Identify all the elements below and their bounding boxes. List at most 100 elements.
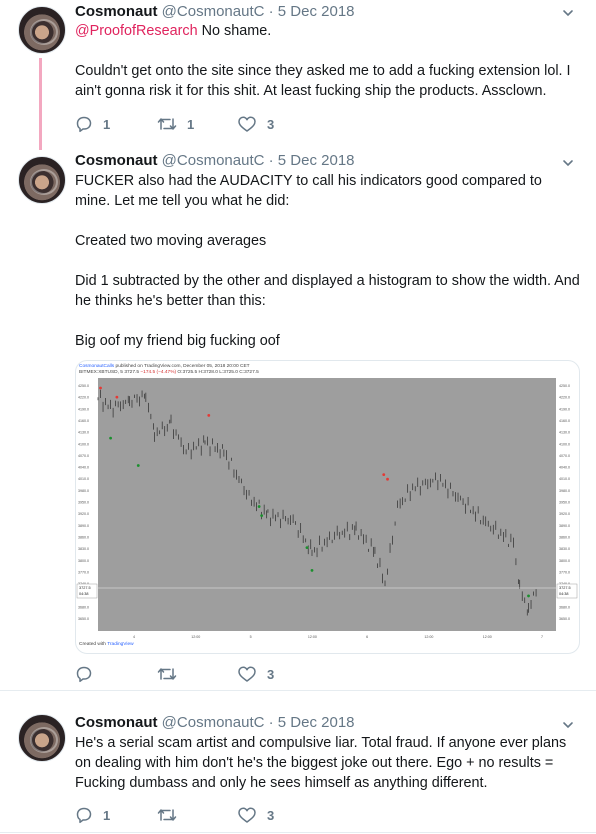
reply-icon	[76, 807, 92, 824]
retweet-icon	[157, 809, 177, 821]
tweet-date[interactable]: 5 Dec 2018	[278, 152, 355, 169]
price-tick-label-left: 4040.0	[78, 466, 89, 470]
price-tick-label-right: 3830.0	[559, 547, 570, 551]
created-with-label: Created with	[79, 642, 108, 647]
tweet-date[interactable]: 5 Dec 2018	[278, 714, 355, 731]
tweet-first-line: @ProofofResearch No shame.	[75, 21, 580, 41]
time-tick-label: 4	[133, 635, 135, 639]
avatar[interactable]	[18, 714, 66, 762]
separator-dot: ·	[268, 3, 274, 20]
buy-signal-marker	[136, 464, 140, 467]
price-tick-label-left: 3890.0	[78, 524, 89, 528]
reply-count: 1	[103, 807, 111, 823]
tweet-1: Cosmonaut @CosmonautC · 5 Dec 2018 @Proo…	[0, 0, 596, 150]
display-name[interactable]: Cosmonaut	[75, 714, 158, 731]
like-count: 3	[267, 116, 275, 132]
tweet-divider	[0, 690, 596, 691]
heart-icon	[238, 666, 256, 682]
like-count: 3	[267, 666, 275, 682]
reply-button[interactable]: 1	[75, 805, 110, 825]
countdown-label: 04:38	[559, 592, 569, 596]
chevron-down-icon[interactable]	[562, 157, 574, 169]
like-button[interactable]: 3	[237, 664, 274, 684]
tweet-paragraph: Couldn't get onto the site since they as…	[75, 63, 571, 99]
time-tick-label: 12:00	[308, 635, 317, 639]
user-handle[interactable]: @CosmonautC	[162, 714, 265, 731]
sell-signal-marker	[99, 386, 102, 390]
retweet-button[interactable]	[157, 805, 187, 825]
sell-signal-marker	[382, 473, 386, 477]
price-tick-label-left: 4070.0	[78, 454, 89, 458]
price-tick-label-left: 3830.0	[78, 547, 89, 551]
price-tick-label-right: 3890.0	[559, 524, 570, 528]
price-tick-label-right: 3920.0	[559, 512, 570, 516]
price-tick-label-right: 3680.0	[559, 605, 570, 609]
separator-dot: ·	[268, 714, 274, 731]
price-tick-label-right: 4130.0	[559, 431, 570, 435]
price-tick-label-right: 3860.0	[559, 535, 570, 539]
time-tick-label: 7	[541, 635, 543, 639]
like-button[interactable]: 3	[237, 114, 274, 134]
heart-icon	[238, 807, 256, 823]
tweet-divider	[0, 832, 596, 833]
attached-chart-image[interactable]: CosmonautCalls published on TradingView.…	[75, 360, 580, 654]
reply-icon	[76, 116, 92, 133]
display-name[interactable]: Cosmonaut	[75, 3, 158, 20]
thread-connector	[39, 58, 42, 150]
price-tick-label-right: 3950.0	[559, 501, 570, 505]
avatar[interactable]	[18, 6, 66, 54]
tweet-text: He's a serial scam artist and compulsive…	[75, 733, 580, 793]
retweet-button[interactable]: 1	[157, 114, 194, 134]
price-tick-label-left: 3770.0	[78, 570, 89, 574]
price-tick-label-left: 3800.0	[78, 559, 89, 563]
price-tick-label-left: 4190.0	[78, 407, 89, 411]
display-name[interactable]: Cosmonaut	[75, 152, 158, 169]
tweet-text: @ProofofResearch No shame. Couldn't get …	[75, 21, 580, 101]
price-tick-label-right: 4190.0	[559, 407, 570, 411]
chevron-down-icon[interactable]	[562, 719, 574, 731]
price-tick-label-right: 4040.0	[559, 466, 570, 470]
retweet-button[interactable]	[157, 664, 187, 684]
reply-count: 1	[103, 116, 111, 132]
buy-signal-marker	[260, 514, 264, 518]
user-handle[interactable]: @CosmonautC	[162, 3, 265, 20]
buy-signal-marker	[527, 594, 530, 598]
time-tick-label: 6	[366, 635, 368, 639]
tweet-header: Cosmonaut @CosmonautC · 5 Dec 2018	[75, 3, 355, 20]
price-tick-label-left: 4100.0	[78, 442, 89, 446]
price-tick-label-right: 4070.0	[559, 454, 570, 458]
sell-signal-marker	[386, 477, 389, 481]
price-tick-label-right: 3800.0	[559, 559, 570, 563]
price-tick-label-left: 3860.0	[78, 535, 89, 539]
price-tick-label-right: 3650.0	[559, 617, 570, 621]
sell-signal-marker	[115, 395, 119, 399]
user-handle[interactable]: @CosmonautC	[162, 152, 265, 169]
price-tick-label-right: 4100.0	[559, 442, 570, 446]
reply-button[interactable]	[75, 664, 103, 684]
buy-signal-marker	[310, 569, 314, 572]
avatar[interactable]	[18, 156, 66, 204]
tweet-text: FUCKER also had the AUDACITY to call his…	[75, 171, 580, 351]
mention-link[interactable]: @ProofofResearch	[75, 23, 198, 39]
reply-button[interactable]: 1	[75, 114, 110, 134]
price-tick-label-left: 3650.0	[78, 617, 89, 621]
price-tick-label-left: 4250.0	[78, 384, 89, 388]
tweet-header: Cosmonaut @CosmonautC · 5 Dec 2018	[75, 714, 355, 731]
like-button[interactable]: 3	[237, 805, 274, 825]
price-tick-label-left: 4010.0	[78, 477, 89, 481]
price-tick-label-left: 3980.0	[78, 489, 89, 493]
price-tick-label-right: 4010.0	[559, 477, 570, 481]
retweet-count: 1	[187, 116, 195, 132]
price-tick-label-left: 4220.0	[78, 396, 89, 400]
tweet-header: Cosmonaut @CosmonautC · 5 Dec 2018	[75, 152, 355, 169]
price-tick-label-right: 4220.0	[559, 396, 570, 400]
price-tick-label-left: 3950.0	[78, 501, 89, 505]
tweet-date[interactable]: 5 Dec 2018	[278, 3, 355, 20]
retweet-icon	[157, 668, 177, 680]
time-tick-label: 5	[250, 635, 252, 639]
chevron-down-icon[interactable]	[562, 7, 574, 19]
sell-signal-marker	[207, 413, 211, 417]
price-tick-label-left: 3920.0	[78, 512, 89, 516]
tweet-line-text: No shame.	[197, 23, 272, 39]
heart-icon	[238, 116, 256, 132]
